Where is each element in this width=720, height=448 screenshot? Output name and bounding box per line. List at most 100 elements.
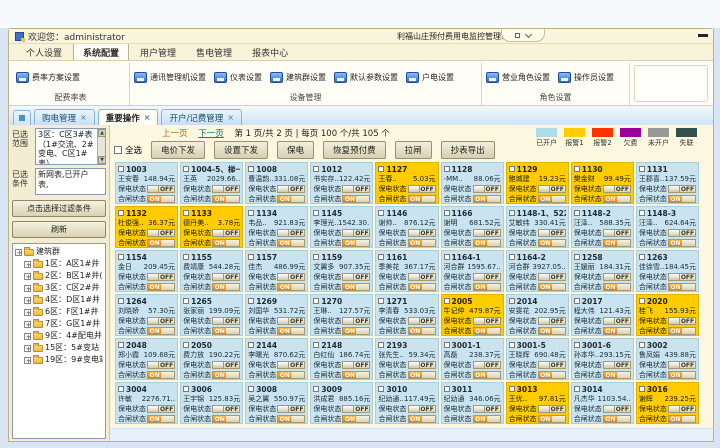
protect-toggle[interactable]: OFF — [277, 317, 305, 325]
meter-checkbox[interactable] — [574, 298, 580, 304]
action-button[interactable]: 设置下发 — [214, 141, 268, 159]
menu-item[interactable]: 用户管理 — [131, 44, 185, 60]
protect-toggle[interactable]: OFF — [603, 229, 631, 237]
expander-icon[interactable] — [15, 249, 22, 256]
skin-switcher[interactable] — [501, 29, 545, 42]
meter-card[interactable]: 1003 王安春 148.94元 保电状态 — [115, 162, 178, 204]
range-scrollbar[interactable]: ▲ ▼ — [97, 129, 105, 164]
breaker-toggle[interactable]: ON — [342, 371, 370, 379]
meter-card[interactable]: 1127 王春.. 5.03元 保电状态 — [375, 162, 438, 204]
breaker-toggle[interactable]: ON — [603, 283, 631, 291]
tree-item[interactable]: 19区：9#变电站（2#变… — [15, 354, 103, 366]
meter-card[interactable]: 1148-1、522 艾敏纬 330.41元 保电状态 — [506, 206, 569, 248]
meter-checkbox[interactable] — [444, 342, 450, 348]
breaker-toggle[interactable]: ON — [603, 415, 631, 423]
protect-toggle[interactable]: OFF — [603, 273, 631, 281]
meter-checkbox[interactable] — [313, 298, 319, 304]
meter-checkbox[interactable] — [639, 210, 645, 216]
breaker-toggle[interactable]: ON — [538, 327, 566, 335]
protect-toggle[interactable]: OFF — [538, 361, 566, 369]
action-button[interactable]: 电价下发 — [151, 141, 205, 159]
meter-card[interactable]: 3014 凡杰华 1103.54.. 保电状态 — [571, 382, 634, 424]
meter-checkbox[interactable] — [574, 342, 580, 348]
meter-card[interactable]: 2017 程大伟 121.43元 保电状态 — [571, 294, 634, 336]
meter-card[interactable]: 1164-1 河合群 1595.67.. 保电状态 — [441, 250, 504, 292]
meter-card[interactable]: 1155 费靖康 544.28元 保电状态 — [180, 250, 243, 292]
expander-icon[interactable] — [24, 321, 31, 328]
protect-toggle[interactable]: OFF — [603, 185, 631, 193]
breaker-toggle[interactable]: ON — [212, 371, 240, 379]
meter-card[interactable]: 1133 德丹美.. 3.78元 保电状态 — [180, 206, 243, 248]
breaker-toggle[interactable]: ON — [147, 195, 175, 203]
next-page-link[interactable]: 下一页 — [198, 129, 224, 139]
tree-item[interactable]: 4区：D区1#井（D区1… — [15, 294, 103, 306]
tree-item[interactable]: 3区：C区2#井（1#变… — [15, 282, 103, 294]
breaker-toggle[interactable]: ON — [277, 327, 305, 335]
ribbon-button[interactable]: 户电设置 — [406, 72, 454, 83]
protect-toggle[interactable]: OFF — [277, 361, 305, 369]
meter-card[interactable]: 1130 樊金财 99.49元 保电状态 — [571, 162, 634, 204]
protect-toggle[interactable]: OFF — [473, 361, 501, 369]
close-tab-icon[interactable]: × — [144, 114, 151, 122]
tree-item[interactable]: 1区：A区1#井 — [15, 258, 103, 270]
meter-card[interactable]: 2005 牛记仲 479.87元 保电状态 — [441, 294, 504, 336]
meter-card[interactable]: 1269 刘国华 531.72元 保电状态 — [245, 294, 308, 336]
meter-checkbox[interactable] — [313, 210, 319, 216]
breaker-toggle[interactable]: ON — [147, 283, 175, 291]
meter-card[interactable]: 2050 费力放 190.22元 保电状态 — [180, 338, 243, 380]
meter-card[interactable]: 3010 纪幼通.. 117.49元 保电状态 — [375, 382, 438, 424]
breaker-toggle[interactable]: ON — [342, 195, 370, 203]
meter-checkbox[interactable] — [248, 210, 254, 216]
ribbon-button[interactable]: 营业角色设置 — [486, 72, 550, 83]
breaker-toggle[interactable]: ON — [342, 239, 370, 247]
protect-toggle[interactable]: OFF — [147, 317, 175, 325]
breaker-toggle[interactable]: ON — [538, 195, 566, 203]
meter-card[interactable]: 2148 白红仙 186.74元 保电状态 — [310, 338, 373, 380]
breaker-toggle[interactable]: ON — [147, 371, 175, 379]
tree-item[interactable]: 2区：B区1#井(B区1#… — [15, 270, 103, 282]
breaker-toggle[interactable]: ON — [342, 327, 370, 335]
meter-checkbox[interactable] — [444, 298, 450, 304]
breaker-toggle[interactable]: ON — [473, 327, 501, 335]
protect-toggle[interactable]: OFF — [342, 273, 370, 281]
meter-card[interactable]: 1128 -MM.. 88.06元 保电状态 — [441, 162, 504, 204]
protect-toggle[interactable]: OFF — [342, 317, 370, 325]
meter-card[interactable]: 1008 曹温韵.. 331.08元 保电状态 — [245, 162, 308, 204]
protect-toggle[interactable]: OFF — [603, 317, 631, 325]
breaker-toggle[interactable]: ON — [473, 283, 501, 291]
breaker-toggle[interactable]: ON — [277, 371, 305, 379]
meter-card[interactable]: 1263 佳徐雪.. 184.45元 保电状态 — [636, 250, 699, 292]
menu-item[interactable]: 个人设置 — [17, 44, 71, 60]
protect-toggle[interactable]: OFF — [277, 229, 305, 237]
breaker-toggle[interactable]: ON — [668, 327, 696, 335]
tree-item[interactable]: 7区：G区1#井 — [15, 318, 103, 330]
protect-toggle[interactable]: OFF — [538, 185, 566, 193]
meter-card[interactable]: 3006 王宇锦 125.83元 保电状态 — [180, 382, 243, 424]
breaker-toggle[interactable]: ON — [473, 195, 501, 203]
meter-checkbox[interactable] — [118, 386, 124, 392]
protect-toggle[interactable]: OFF — [473, 405, 501, 413]
protect-toggle[interactable]: OFF — [473, 229, 501, 237]
expander-icon[interactable] — [24, 309, 31, 316]
scroll-up-icon[interactable]: ▲ — [98, 129, 106, 137]
meter-checkbox[interactable] — [248, 342, 254, 348]
breaker-toggle[interactable]: ON — [668, 283, 696, 291]
breaker-toggle[interactable]: ON — [342, 283, 370, 291]
breaker-toggle[interactable]: ON — [603, 195, 631, 203]
menu-item[interactable]: 系统配置 — [73, 43, 129, 60]
meter-checkbox[interactable] — [313, 254, 319, 260]
meter-card[interactable]: 1129 鲍城建 19.23元 保电状态 — [506, 162, 569, 204]
breaker-toggle[interactable]: ON — [212, 283, 240, 291]
protect-toggle[interactable]: OFF — [212, 229, 240, 237]
protect-toggle[interactable]: OFF — [408, 273, 436, 281]
ribbon-button[interactable]: 费率方案设置 — [16, 72, 80, 83]
breaker-toggle[interactable]: ON — [277, 239, 305, 247]
meter-card[interactable]: 2193 张先生.. 59.34元 保电状态 — [375, 338, 438, 380]
expander-icon[interactable] — [24, 285, 31, 292]
breaker-toggle[interactable]: ON — [212, 415, 240, 423]
meter-card[interactable]: 1157 佳杰 486.99元 保电状态 — [245, 250, 308, 292]
meter-card[interactable]: 3016 谢辉 239.25元 保电状态 — [636, 382, 699, 424]
meter-card[interactable]: 3004 许敏 2276.71.. 保电状态 — [115, 382, 178, 424]
meter-checkbox[interactable] — [509, 210, 515, 216]
protect-toggle[interactable]: OFF — [668, 361, 696, 369]
